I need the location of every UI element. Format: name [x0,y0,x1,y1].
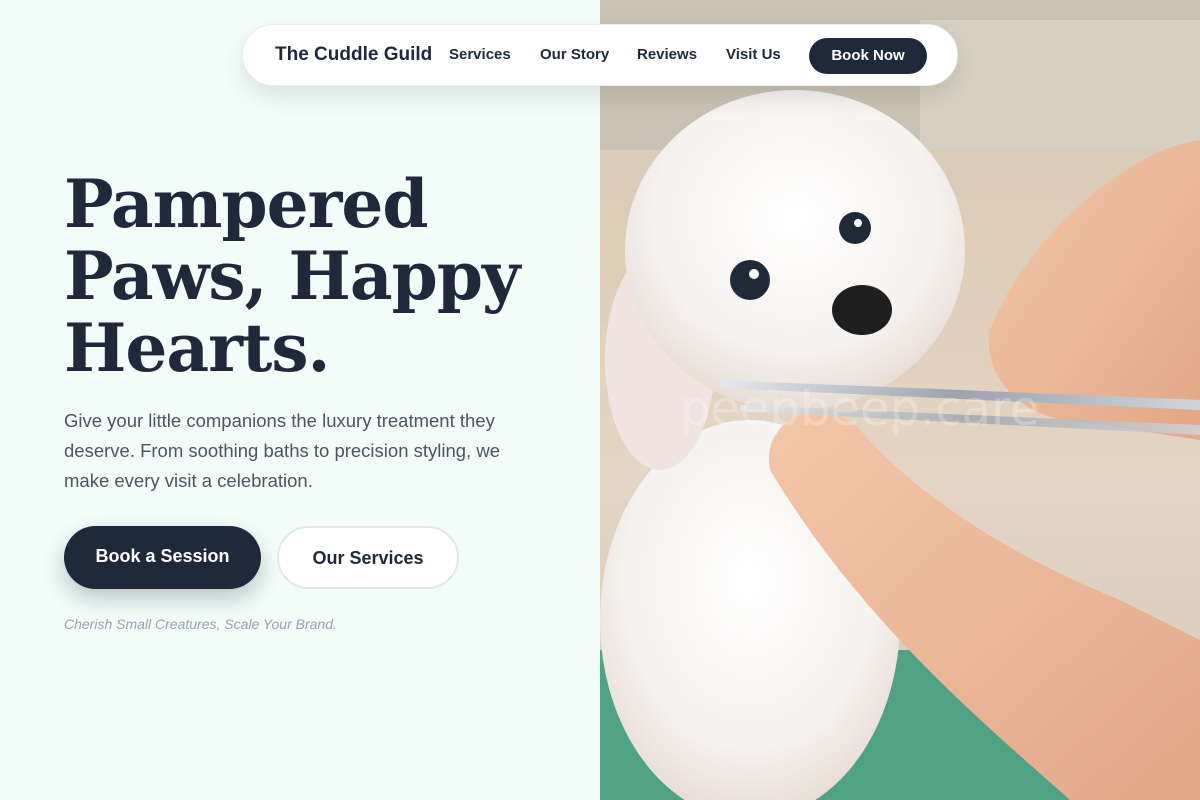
hero-tagline: Cherish Small Creatures, Scale Your Bran… [64,616,337,632]
hero-image: peepbeep.care [600,0,1200,800]
our-services-button[interactable]: Our Services [277,526,459,589]
book-now-button[interactable]: Book Now [809,38,927,74]
hero-subtitle: Give your little companions the luxury t… [64,410,500,491]
nav-services[interactable]: Services [449,46,511,63]
brand-logo[interactable]: The Cuddle Guild [275,44,432,66]
nav-reviews[interactable]: Reviews [637,46,697,63]
hero-headline: Pampered Paws, Happy Hearts. [64,165,520,387]
nav-visit-us[interactable]: Visit Us [726,46,781,63]
dog-grooming-photo-icon: peepbeep.care [600,0,1200,800]
top-nav: The Cuddle Guild Services Our Story Revi… [242,24,958,86]
book-session-button[interactable]: Book a Session [64,526,261,589]
nav-our-story[interactable]: Our Story [540,46,609,63]
svg-text:peepbeep.care: peepbeep.care [680,381,1039,437]
hero-left-panel: Pampered Paws, Happy Hearts. Give your l… [0,0,600,800]
